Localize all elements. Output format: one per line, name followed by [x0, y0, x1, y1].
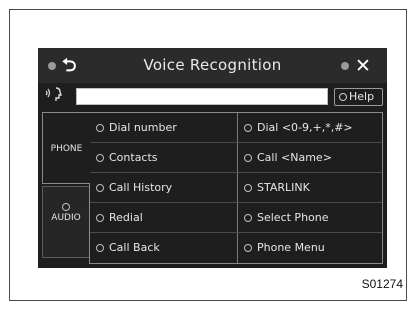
command-select-phone[interactable]: Select Phone — [244, 203, 329, 232]
title-bar: Voice Recognition ⮌ ✕ — [38, 48, 387, 83]
button-indicator-dot — [48, 62, 56, 70]
option-circle-icon — [96, 214, 104, 222]
close-icon: ✕ — [355, 55, 371, 77]
command-panel: Dial number Dial <0-9,+,*,#> Contacts Ca… — [89, 112, 383, 264]
option-circle-icon — [244, 124, 252, 132]
command-label: Redial — [109, 211, 143, 224]
tab-phone[interactable]: PHONE — [42, 112, 90, 184]
command-redial[interactable]: Redial — [96, 203, 143, 232]
voice-talking-icon — [44, 86, 70, 108]
command-label: Select Phone — [257, 211, 329, 224]
input-row: Help — [38, 86, 387, 108]
command-dial-number[interactable]: Dial number — [96, 113, 177, 142]
tab-phone-label: PHONE — [50, 144, 83, 154]
command-dial-digits[interactable]: Dial <0-9,+,*,#> — [244, 113, 353, 142]
option-circle-icon — [244, 244, 252, 252]
option-circle-icon — [62, 203, 70, 211]
tab-audio[interactable]: AUDIO — [42, 186, 90, 258]
voice-recognition-screen: Voice Recognition ⮌ ✕ Help PHONE AUDIO D… — [38, 48, 387, 268]
tab-audio-label: AUDIO — [51, 213, 81, 223]
command-phone-menu[interactable]: Phone Menu — [244, 233, 325, 262]
option-circle-icon — [96, 244, 104, 252]
option-circle-icon — [244, 214, 252, 222]
command-label: Dial <0-9,+,*,#> — [257, 121, 353, 134]
help-button[interactable]: Help — [334, 88, 383, 106]
command-call-name[interactable]: Call <Name> — [244, 143, 332, 172]
figure-code: S01274 — [361, 277, 403, 291]
option-circle-icon — [96, 184, 104, 192]
command-label: Phone Menu — [257, 241, 325, 254]
back-arrow-icon: ⮌ — [62, 55, 77, 76]
voice-text-field[interactable] — [76, 88, 328, 105]
column-divider — [237, 113, 238, 263]
command-label: Call History — [109, 181, 173, 194]
command-label: Dial number — [109, 121, 177, 134]
command-label: STARLINK — [257, 181, 310, 194]
command-call-history[interactable]: Call History — [96, 173, 172, 202]
command-label: Call <Name> — [257, 151, 332, 164]
close-button[interactable]: ✕ — [337, 55, 381, 77]
help-label: Help — [349, 90, 375, 103]
command-starlink[interactable]: STARLINK — [244, 173, 310, 202]
option-circle-icon — [244, 184, 252, 192]
command-contacts[interactable]: Contacts — [96, 143, 158, 172]
back-button[interactable]: ⮌ — [44, 55, 88, 77]
option-circle-icon — [96, 124, 104, 132]
button-indicator-dot — [341, 62, 349, 70]
command-label: Contacts — [109, 151, 158, 164]
command-call-back[interactable]: Call Back — [96, 233, 160, 262]
option-circle-icon — [339, 93, 347, 101]
command-area: PHONE AUDIO Dial number Dial <0-9,+,*,#>… — [42, 112, 383, 264]
option-circle-icon — [96, 154, 104, 162]
screen-title: Voice Recognition — [143, 56, 282, 74]
command-label: Call Back — [109, 241, 160, 254]
option-circle-icon — [244, 154, 252, 162]
